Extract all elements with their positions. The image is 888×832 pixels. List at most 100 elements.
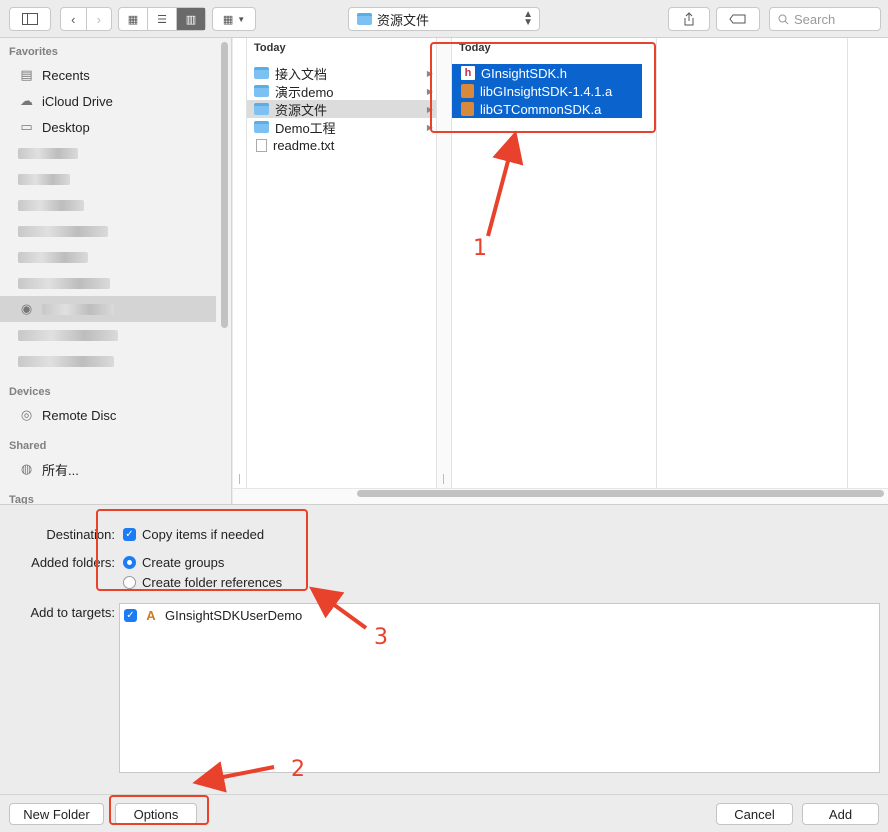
folder-icon xyxy=(254,67,269,79)
redacted-block xyxy=(18,147,78,159)
list-item-label: 接入文档 xyxy=(275,66,328,82)
add-to-targets-label: Add to targets: xyxy=(30,605,115,620)
list-item-folder[interactable]: Demo工程 ▶ xyxy=(247,118,436,136)
nav-buttons: ‹ › xyxy=(60,7,112,31)
folder-icon xyxy=(357,13,372,25)
sidebar-item-redacted[interactable] xyxy=(0,192,216,218)
sidebar-icon xyxy=(22,13,38,25)
location-label: 资源文件 xyxy=(377,12,430,28)
list-item-label: readme.txt xyxy=(273,137,335,153)
recents-icon: ▤ xyxy=(20,67,33,82)
sidebar-item-redacted[interactable] xyxy=(0,218,216,244)
cancel-button[interactable]: Cancel xyxy=(716,803,793,825)
horizontal-scrollbar[interactable] xyxy=(357,490,884,497)
icon-view-button[interactable]: ▦ xyxy=(119,8,148,30)
redacted-block xyxy=(18,251,88,263)
app-target-icon: A xyxy=(146,607,156,623)
checkmark-icon: ✓ xyxy=(124,608,137,622)
sidebar-item-shared-all[interactable]: ◍ 所有... xyxy=(0,456,216,482)
sidebar-item-label: Desktop xyxy=(42,119,90,135)
list-item-label: Demo工程 xyxy=(275,120,336,136)
targets-list: ✓ A GInsightSDKUserDemo xyxy=(119,603,880,773)
sidebar-item-redacted[interactable] xyxy=(0,270,216,296)
sidebar-item-desktop[interactable]: ▭ Desktop xyxy=(0,114,216,140)
shared-header: Shared xyxy=(9,440,47,452)
sidebar-item-redacted[interactable] xyxy=(0,348,216,374)
browser-column-1: Today 接入文档 ▶ 演示demo ▶ 资源文件 ▶ Demo工程 ▶ re… xyxy=(247,38,437,488)
list-view-button[interactable]: ☰ xyxy=(148,8,177,30)
redacted-block xyxy=(18,277,110,289)
list-item-folder[interactable]: 接入文档 ▶ xyxy=(247,64,436,82)
forward-button[interactable]: › xyxy=(87,8,112,30)
share-button[interactable] xyxy=(668,7,710,31)
annotation-box-files xyxy=(430,42,656,133)
folder-icon xyxy=(254,103,269,115)
column-view-button[interactable]: ▥ xyxy=(177,8,205,30)
new-folder-button[interactable]: New Folder xyxy=(9,803,104,825)
arrange-grid-icon: ▦ xyxy=(222,13,234,26)
desktop-icon: ▭ xyxy=(20,119,33,134)
sidebar-toggle-button[interactable] xyxy=(9,7,51,31)
sidebar-item-remote-disc[interactable]: ◎ Remote Disc xyxy=(0,402,216,428)
add-button[interactable]: Add xyxy=(802,803,879,825)
columns-icon: ▥ xyxy=(185,13,197,26)
annotation-number-1: 1 xyxy=(473,236,487,261)
list-item-label: 资源文件 xyxy=(275,102,328,118)
disc-icon: ◎ xyxy=(20,407,33,422)
tag-icon xyxy=(729,14,746,24)
redacted-block xyxy=(18,225,108,237)
column-resize-handle[interactable] xyxy=(239,474,240,484)
redacted-block xyxy=(18,173,70,185)
browser-column-empty xyxy=(657,38,848,488)
annotation-number-2: 2 xyxy=(291,757,305,782)
sidebar-item-label: iCloud Drive xyxy=(42,93,113,109)
target-name: GInsightSDKUserDemo xyxy=(165,607,303,623)
sidebar-item-label: Remote Disc xyxy=(42,407,117,423)
sidebar-item-redacted[interactable] xyxy=(0,244,216,270)
chevron-down-icon: ▼ xyxy=(237,14,246,24)
chevron-left-icon: ‹ xyxy=(71,11,76,27)
sidebar: Favorites ▤ Recents ☁ iCloud Drive ▭ Des… xyxy=(0,38,232,504)
sidebar-item-icloud[interactable]: ☁ iCloud Drive xyxy=(0,88,216,114)
location-popup[interactable]: 资源文件 ▲ ▼ xyxy=(348,7,540,31)
downloads-icon: ◉ xyxy=(20,301,33,316)
column-header: Today xyxy=(254,42,286,54)
toolbar: ‹ › ▦ ☰ ▥ ▦ ▼ 资源文件 ▲ ▼ Search xyxy=(0,0,888,38)
search-icon xyxy=(778,14,789,24)
folder-icon xyxy=(254,121,269,133)
list-item-label: 演示demo xyxy=(275,84,334,100)
tag-button[interactable] xyxy=(716,7,760,31)
annotation-box-options xyxy=(96,509,308,591)
devices-header: Devices xyxy=(9,386,51,398)
list-item-file[interactable]: readme.txt xyxy=(247,136,436,154)
updown-chevron-icon: ▲ ▼ xyxy=(523,9,533,28)
sidebar-item-redacted[interactable] xyxy=(0,140,216,166)
sidebar-item-label: 所有... xyxy=(42,462,79,478)
sidebar-item-recents[interactable]: ▤ Recents xyxy=(0,62,216,88)
arrange-button[interactable]: ▦ ▼ xyxy=(212,7,256,31)
sidebar-item-redacted-selected[interactable]: ◉ xyxy=(0,296,216,322)
sidebar-item-redacted[interactable] xyxy=(0,322,216,348)
cloud-icon: ☁ xyxy=(20,93,33,108)
view-mode-control: ▦ ☰ ▥ xyxy=(118,7,206,31)
target-row[interactable]: ✓ A GInsightSDKUserDemo xyxy=(124,607,302,623)
share-icon xyxy=(684,12,694,26)
back-button[interactable]: ‹ xyxy=(61,8,87,30)
redacted-block xyxy=(18,199,84,211)
chevron-right-icon: › xyxy=(96,11,101,27)
column-resize-handle[interactable] xyxy=(443,474,444,484)
favorites-header: Favorites xyxy=(9,46,58,58)
redacted-block xyxy=(18,329,118,341)
list-item-folder[interactable]: 演示demo ▶ xyxy=(247,82,436,100)
tags-header: Tags xyxy=(9,494,34,504)
list-icon: ☰ xyxy=(157,13,167,26)
search-placeholder: Search xyxy=(794,11,836,27)
sidebar-item-redacted[interactable] xyxy=(0,166,216,192)
browser-column-previous xyxy=(233,38,247,488)
sidebar-scrollbar[interactable] xyxy=(221,42,228,328)
search-field[interactable]: Search xyxy=(769,7,881,31)
grid-icon: ▦ xyxy=(127,13,139,26)
browser-column-empty xyxy=(848,38,888,488)
list-item-folder-selected[interactable]: 资源文件 ▶ xyxy=(247,100,436,118)
sidebar-item-label: Recents xyxy=(42,67,90,83)
